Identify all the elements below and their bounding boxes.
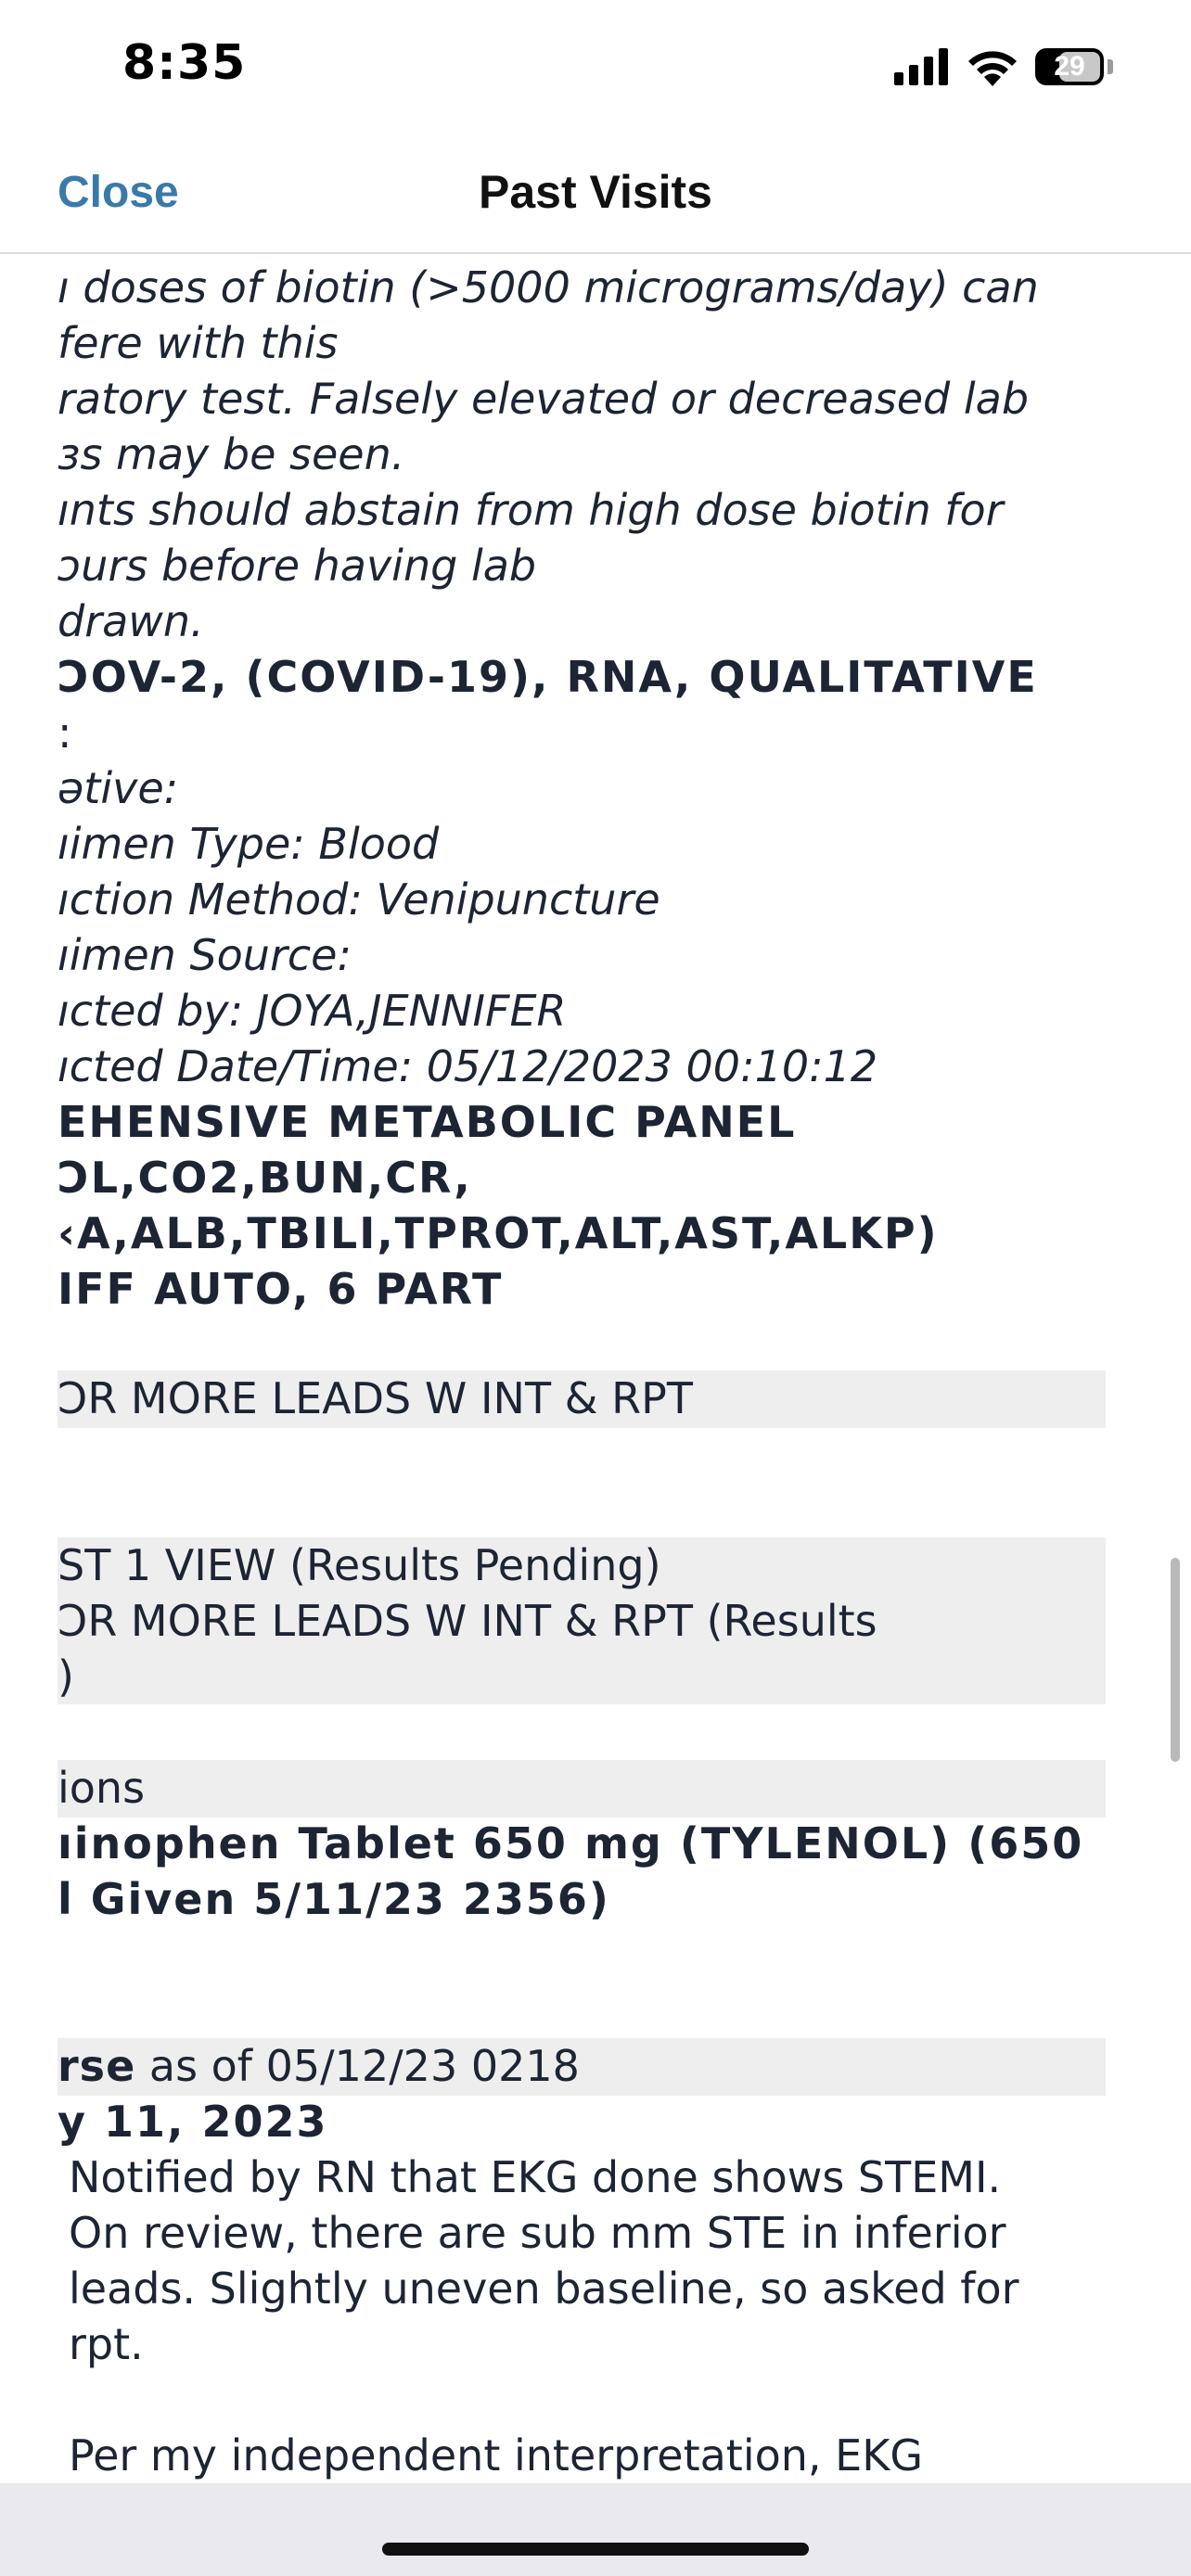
status-bar: 8:35 29: [0, 0, 1191, 130]
wifi-icon: [968, 51, 1017, 86]
home-indicator[interactable]: [382, 2543, 809, 2556]
medications-label: ions: [58, 1763, 146, 1813]
nav-bar: Close Past Visits: [0, 130, 1191, 254]
biotin-note-line: ɔurs before having lab: [58, 541, 537, 591]
covid-test-marker: :: [58, 708, 72, 758]
biotin-note-line: fere with this: [58, 318, 339, 368]
biotin-note-line: ı doses of biotin (>5000 micrograms/day)…: [58, 262, 1039, 312]
pending-result-line: ST 1 VIEW (Results Pending): [58, 1540, 661, 1590]
pending-result-line: ): [58, 1651, 74, 1702]
battery-icon: 29: [1035, 48, 1104, 85]
covid-detail-line: ıction Method: Venipuncture: [58, 874, 660, 925]
cellular-signal-icon: [894, 48, 948, 85]
lab-order-line: ‹A,ALB,TBILI,TPROT,ALT,AST,ALKP): [58, 1208, 939, 1258]
page-title: Past Visits: [478, 166, 712, 218]
covid-detail-line: ıimen Source:: [58, 930, 352, 980]
covid-detail-line: ıcted by: JOYA,JENNIFER: [58, 986, 567, 1036]
lab-order-line: IFF AUTO, 6 PART: [58, 1264, 504, 1314]
course-note-line: rpt.: [69, 2319, 144, 2369]
battery-cap: [1108, 59, 1113, 74]
battery-level: 29: [1054, 51, 1085, 82]
covid-detail-line: ətive:: [58, 763, 179, 813]
biotin-note-line: зs may be seen.: [58, 429, 405, 479]
course-note-line: On review, there are sub mm STE in infer…: [69, 2208, 1006, 2258]
status-time: 8:35: [122, 35, 247, 91]
covid-detail-line: ıimen Type: Blood: [58, 819, 440, 869]
vertical-scrollbar[interactable]: [1171, 1558, 1180, 1762]
course-note-line: leads. Slightly uneven baseline, so aske…: [69, 2264, 1019, 2314]
course-header-line: rse as of 05/12/23 0218: [58, 2038, 580, 2094]
course-timestamp: as of 05/12/23 0218: [135, 2041, 580, 2091]
covid-test-header: ƆOV-2, (COVID-19), RNA, QUALITATIVE: [58, 652, 1038, 702]
medications-section-header: [58, 1760, 1106, 1817]
lab-order-line: ƆL,CO2,BUN,CR,: [58, 1153, 472, 1203]
ekg-order-line: ƆR MORE LEADS W INT & RPT: [58, 1373, 693, 1423]
course-note-line: Per my independent interpretation, EKG: [69, 2430, 924, 2480]
medication-line: ıinophen Tablet 650 mg (TYLENOL) (650: [58, 1818, 1084, 1868]
status-icons: 29: [894, 45, 1113, 89]
biotin-note-line: drawn.: [58, 596, 204, 646]
medication-line: l Given 5/11/23 2356): [58, 1874, 610, 1924]
biotin-note-line: ınts should abstain from high dose bioti…: [58, 485, 1004, 535]
lab-order-line: EHENSIVE METABOLIC PANEL: [58, 1097, 797, 1147]
course-note-line: Notified by RN that EKG done shows STEMI…: [69, 2152, 1002, 2202]
home-indicator-area: [0, 2483, 1191, 2576]
biotin-note-line: ratory test. Falsely elevated or decreas…: [58, 374, 1030, 424]
visit-report-content[interactable]: ı doses of biotin (>5000 micrograms/day)…: [0, 254, 1191, 2483]
course-date: y 11, 2023: [58, 2097, 328, 2147]
pending-result-line: ƆR MORE LEADS W INT & RPT (Results: [58, 1596, 877, 1646]
course-label: rse: [58, 2041, 136, 2091]
covid-detail-line: ıcted Date/Time: 05/12/2023 00:10:12: [58, 1041, 878, 1091]
